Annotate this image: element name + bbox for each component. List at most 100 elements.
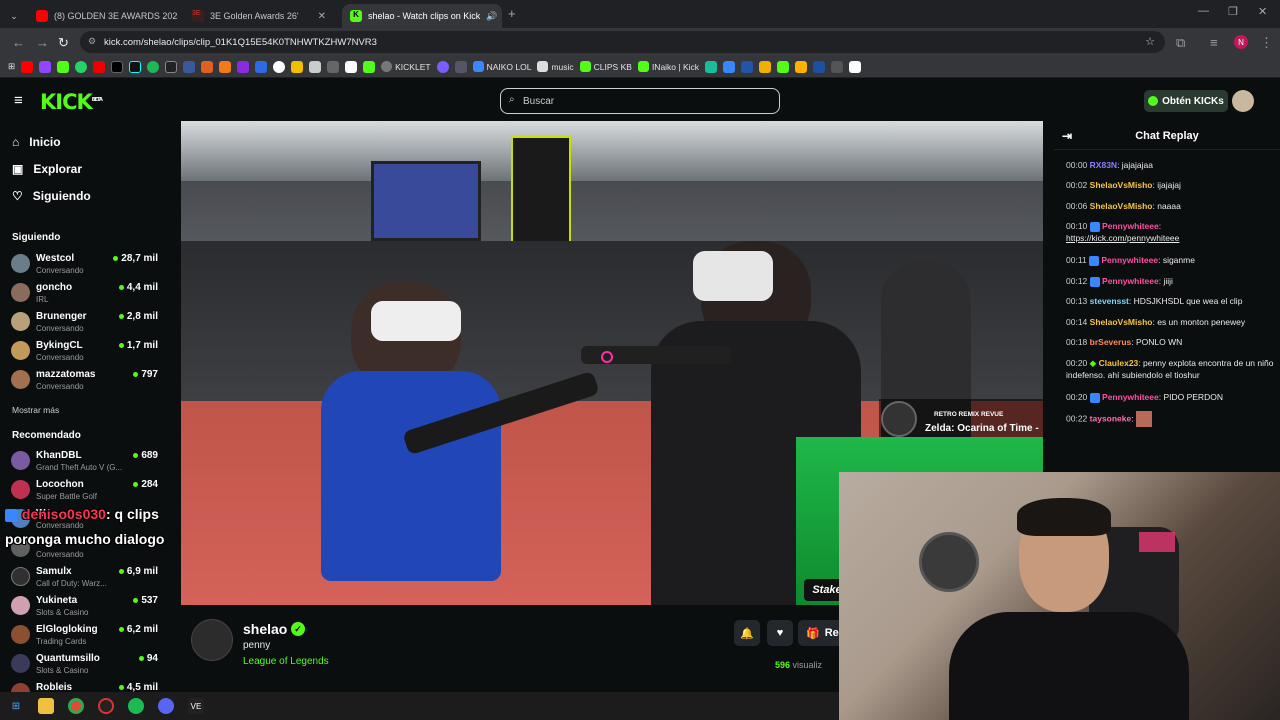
spotify-icon[interactable] [128, 698, 144, 714]
channel-brunenger[interactable]: Brunenger Conversando 2,8 mil [11, 310, 161, 338]
channel-avatar[interactable] [191, 619, 233, 661]
chrome-icon[interactable] [68, 698, 84, 714]
youtube-bookmark-icon[interactable] [21, 60, 34, 73]
category-link[interactable]: League of Legends [243, 656, 329, 667]
cat-bookmark-icon[interactable] [309, 60, 322, 73]
bookmark-icon[interactable] [813, 60, 826, 73]
bookmark-icon[interactable] [345, 60, 358, 73]
file-explorer-icon[interactable] [38, 698, 54, 714]
channel-quantumsillo[interactable]: Quantumsillo Slots & Casino 94 [11, 652, 161, 680]
bookmark-icon[interactable] [273, 60, 286, 73]
msg-user[interactable]: ShelaoVsMisho [1090, 201, 1153, 211]
media-control-icon[interactable]: ≡ [1210, 35, 1218, 50]
bookmark-icon[interactable] [849, 60, 862, 73]
minimize-button[interactable]: — [1198, 5, 1209, 17]
kick-bookmark-icon[interactable] [57, 60, 70, 73]
collapse-chat-icon[interactable]: ⇥ [1062, 129, 1072, 143]
hamburger-menu-icon[interactable]: ≡ [14, 92, 23, 109]
windows-start-icon[interactable]: ⊞ [8, 698, 24, 714]
x-bookmark-icon[interactable] [111, 60, 124, 73]
bookmark-icon[interactable] [327, 60, 340, 73]
bookmark-icon[interactable] [795, 60, 808, 73]
maximize-button[interactable]: ❐ [1228, 5, 1238, 18]
discord-icon[interactable] [158, 698, 174, 714]
get-kicks-button[interactable]: Obtén KICKs [1144, 90, 1228, 112]
msg-user[interactable]: ShelaoVsMisho [1090, 180, 1153, 190]
bookmark-kicklet[interactable]: KICKLET [381, 61, 431, 72]
discord-bookmark-icon[interactable] [436, 60, 449, 73]
tiktok-bookmark-icon[interactable] [129, 60, 142, 73]
tab-golden-awards[interactable]: 3E 3E Golden Awards 26' ✕ [184, 4, 334, 28]
sidebar-item-inicio[interactable]: ⌂ Inicio [12, 135, 61, 149]
bookmark-icon[interactable] [291, 60, 304, 73]
msg-user[interactable]: Pennywhiteee [1101, 255, 1158, 265]
forward-arrow-icon[interactable]: → [36, 35, 49, 50]
new-tab-button[interactable]: + [508, 6, 516, 21]
extensions-icon[interactable]: ⧉ [1176, 35, 1185, 51]
bookmark-icon[interactable] [237, 60, 250, 73]
msg-user[interactable]: Pennywhiteee [1102, 221, 1159, 231]
channel-elglogloking[interactable]: ElGlogloking Trading Cards 6,2 mil [11, 623, 161, 651]
back-arrow-icon[interactable]: ← [12, 35, 25, 50]
sidebar-item-explorar[interactable]: ▣ Explorar [12, 162, 82, 176]
site-info-icon[interactable]: ⚙ [88, 36, 96, 47]
bookmark-icon[interactable] [831, 60, 844, 73]
channel-mazzatomas[interactable]: mazzatomas Conversando 797 [11, 368, 161, 396]
spotify-bookmark-icon[interactable] [147, 60, 160, 73]
bookmark-icon[interactable] [723, 60, 736, 73]
msg-user[interactable]: ShelaoVsMisho [1090, 317, 1153, 327]
twitch-bookmark-icon[interactable] [39, 60, 52, 73]
msg-user[interactable]: Pennywhiteee [1102, 392, 1159, 402]
channel-yukineta[interactable]: Yukineta Slots & Casino 537 [11, 594, 161, 622]
speaker-icon[interactable]: 🔊 [486, 11, 497, 22]
bookmark-clips-kb[interactable]: CLIPS KB [579, 61, 632, 72]
reload-icon[interactable]: ↻ [58, 35, 69, 51]
msg-user[interactable]: stevensst [1090, 296, 1129, 306]
channel-name[interactable]: shelao [243, 621, 287, 637]
channel-samulx[interactable]: Samulx Call of Duty: Warz... 6,9 mil [11, 565, 161, 593]
search-input[interactable]: ⌕ Buscar [500, 88, 780, 114]
channel-khandbl[interactable]: KhanDBL Grand Theft Auto V (G... 689 [11, 449, 161, 477]
shield-bookmark-icon[interactable] [454, 60, 467, 73]
address-bar[interactable]: ⚙ kick.com/shelao/clips/clip_01K1Q15E54K… [80, 31, 1165, 53]
msg-user[interactable]: brSeverus [1090, 337, 1132, 347]
bookmark-inaiko-kick[interactable]: INaiko | Kick [637, 61, 699, 72]
pinterest-bookmark-icon[interactable] [93, 60, 106, 73]
show-more-link[interactable]: Mostrar más [12, 405, 59, 415]
bookmark-icon[interactable] [777, 60, 790, 73]
bookmark-icon[interactable] [741, 60, 754, 73]
menu-dots-icon[interactable]: ⋮ [1260, 35, 1273, 51]
bookmark-star-icon[interactable]: ☆ [1145, 35, 1155, 48]
bookmark-icon[interactable] [705, 60, 718, 73]
bookmark-icon[interactable] [201, 60, 214, 73]
close-icon[interactable]: ✕ [318, 11, 326, 22]
tab-kick-clips[interactable]: K shelao - Watch clips on Kick 🔊 ✕ [342, 4, 502, 28]
obs-icon[interactable] [98, 698, 114, 714]
msg-user[interactable]: taysoneke [1090, 413, 1132, 423]
bookmark-music[interactable]: music [537, 61, 574, 72]
channel-goncho[interactable]: goncho IRL 4,4 mil [11, 281, 161, 309]
bookmark-icon[interactable] [255, 60, 268, 73]
msg-user[interactable]: Pennywhiteee [1102, 276, 1159, 286]
bookmark-icon[interactable] [363, 60, 376, 73]
bookmark-naiko-lol[interactable]: NAIKO LOL [472, 61, 531, 72]
whatsapp-bookmark-icon[interactable] [75, 60, 88, 73]
follow-heart-button[interactable]: ♥ [767, 620, 793, 646]
bookmark-icon[interactable] [759, 60, 772, 73]
profile-avatar[interactable]: N [1234, 35, 1248, 49]
user-avatar[interactable] [1232, 90, 1254, 112]
msg-link[interactable]: https://kick.com/pennywhiteee [1066, 233, 1179, 243]
notification-bell-button[interactable]: 🔔 [734, 620, 760, 646]
channel-locochon[interactable]: Locochon Super Battle Golf 284 [11, 478, 161, 506]
channel-westcol[interactable]: Westcol Conversando 28,7 mil [11, 252, 161, 280]
tab-golden-awards-youtube[interactable]: (8) GOLDEN 3E AWARDS 2025 ✕ [28, 4, 178, 28]
sidebar-item-siguiendo[interactable]: ♡ Siguiendo [12, 189, 91, 203]
channel-robleis[interactable]: Robleis 4,5 mil [11, 681, 161, 692]
steam-bookmark-icon[interactable] [165, 60, 178, 73]
bookmark-icon[interactable] [183, 60, 196, 73]
bookmark-icon[interactable] [219, 60, 232, 73]
app-icon[interactable]: VE [188, 698, 204, 714]
msg-user[interactable]: RX83N [1090, 160, 1117, 170]
channel-bykingcl[interactable]: BykingCL Conversando 1,7 mil [11, 339, 161, 367]
close-window-button[interactable]: ✕ [1258, 5, 1267, 18]
